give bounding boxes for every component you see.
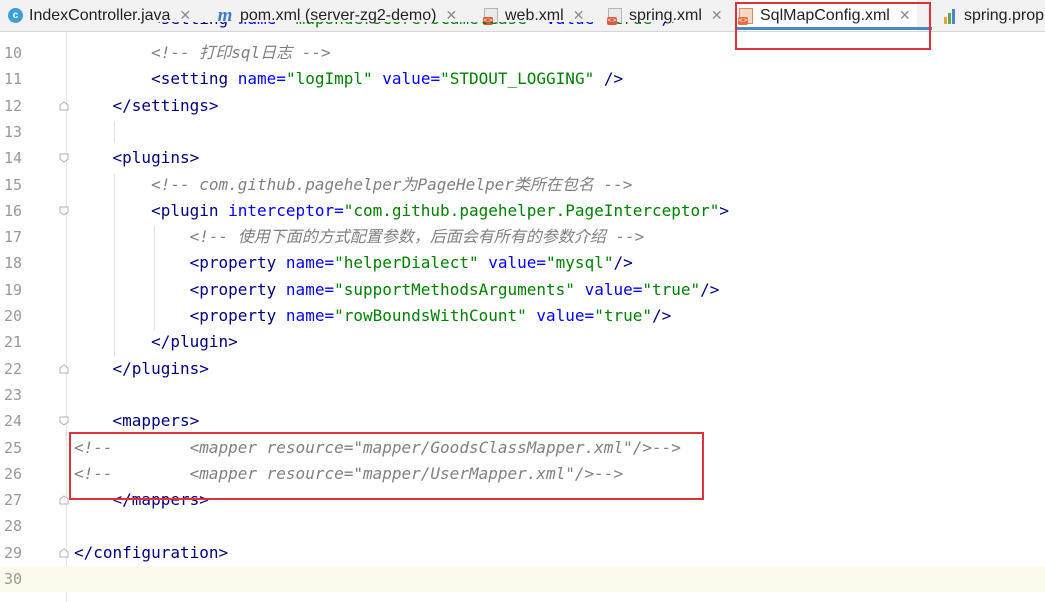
line-number: 14 bbox=[3, 149, 22, 168]
code-line[interactable]: 21 </plugin> bbox=[0, 329, 1045, 355]
code-line[interactable]: 24 <mappers> bbox=[0, 408, 1045, 434]
indent-guide bbox=[114, 174, 115, 356]
code-text: <!-- 打印sql日志 --> bbox=[151, 43, 331, 62]
code-line[interactable]: 23 bbox=[0, 382, 1045, 408]
line-number: 11 bbox=[3, 70, 22, 89]
code-text: </settings> bbox=[112, 95, 219, 115]
line-number: 25 bbox=[3, 438, 22, 457]
code-line[interactable]: 29 </configuration> bbox=[0, 540, 1045, 566]
code-line[interactable]: 13 bbox=[0, 119, 1045, 145]
scrolled-partial-line: <setting name="mapUnderscoreToCamelCase"… bbox=[0, 22, 1045, 34]
fold-marker-icon[interactable] bbox=[59, 100, 69, 111]
code-text: <!-- 使用下面的方式配置参数，后面会有所有的参数介绍 --> bbox=[189, 227, 645, 247]
line-number: 18 bbox=[3, 254, 22, 273]
code-line[interactable]: 15 <!-- com.github.pagehelper为PageHelper… bbox=[0, 172, 1045, 198]
code-line[interactable]: 19 <property name="supportMethodsArgumen… bbox=[0, 277, 1045, 303]
line-number: 20 bbox=[3, 307, 22, 325]
code-text: </plugin> bbox=[151, 332, 238, 352]
code-line[interactable]: 18 <property name="helperDialect" value=… bbox=[0, 250, 1045, 276]
line-number: 26 bbox=[3, 464, 22, 483]
code-line[interactable]: 11 <setting name="logImpl" value="STDOUT… bbox=[0, 66, 1045, 92]
line-number: 10 bbox=[3, 44, 22, 62]
code-text: <!-- com.github.pagehelper为PageHelper类所在… bbox=[151, 174, 633, 194]
fold-marker-icon[interactable] bbox=[59, 548, 69, 558]
line-number: 12 bbox=[3, 96, 22, 115]
line-number: 21 bbox=[3, 333, 22, 352]
line-number: 28 bbox=[3, 517, 22, 536]
indent-guide bbox=[154, 226, 155, 330]
fold-marker-icon[interactable] bbox=[59, 416, 69, 426]
code-text: <property name="helperDialect" value="my… bbox=[189, 253, 633, 273]
code-text: <setting name="logImpl" value="STDOUT_LO… bbox=[151, 69, 624, 89]
line-number: 30 bbox=[3, 570, 22, 588]
code-line[interactable]: 28 bbox=[0, 513, 1045, 539]
line-number: 29 bbox=[3, 543, 22, 562]
code-line[interactable]: 12 </settings> bbox=[0, 93, 1045, 119]
line-number: 24 bbox=[3, 412, 22, 431]
code-text: </configuration> bbox=[74, 542, 229, 562]
fold-marker-icon[interactable] bbox=[59, 153, 69, 163]
line-number: 27 bbox=[3, 491, 22, 510]
highlight-box-commented-mappers bbox=[69, 432, 704, 500]
fold-marker-icon[interactable] bbox=[59, 363, 69, 374]
code-line[interactable]: 17 <!-- 使用下面的方式配置参数，后面会有所有的参数介绍 --> bbox=[0, 224, 1045, 250]
code-text: </plugins> bbox=[112, 358, 209, 378]
line-number: 16 bbox=[3, 201, 22, 220]
line-number: 23 bbox=[3, 385, 22, 404]
code-line[interactable]: 22 </plugins> bbox=[0, 356, 1045, 382]
line-number: 13 bbox=[3, 122, 22, 141]
code-line[interactable]: 20 <property name="rowBoundsWithCount" v… bbox=[0, 303, 1045, 329]
java-class-icon: c bbox=[8, 8, 23, 23]
code-text: <plugin interceptor="com.github.pagehelp… bbox=[151, 200, 730, 220]
indent-guide bbox=[114, 121, 115, 143]
fold-marker-icon[interactable] bbox=[59, 206, 69, 216]
code-text: <property name="supportMethodsArguments"… bbox=[189, 279, 720, 299]
line-number: 15 bbox=[3, 175, 22, 194]
code-text: <plugins> bbox=[112, 148, 200, 168]
code-text: <property name="rowBoundsWithCount" valu… bbox=[189, 306, 672, 325]
fold-marker-icon[interactable] bbox=[59, 495, 69, 505]
line-number: 17 bbox=[3, 228, 22, 247]
code-line[interactable]: 16 <plugin interceptor="com.github.pageh… bbox=[0, 198, 1045, 224]
code-text: <mappers> bbox=[112, 411, 200, 431]
code-line[interactable]: 30 bbox=[0, 566, 1045, 592]
line-number: 22 bbox=[3, 359, 22, 378]
code-line[interactable]: 14 <plugins> bbox=[0, 145, 1045, 171]
line-number: 19 bbox=[3, 280, 22, 299]
